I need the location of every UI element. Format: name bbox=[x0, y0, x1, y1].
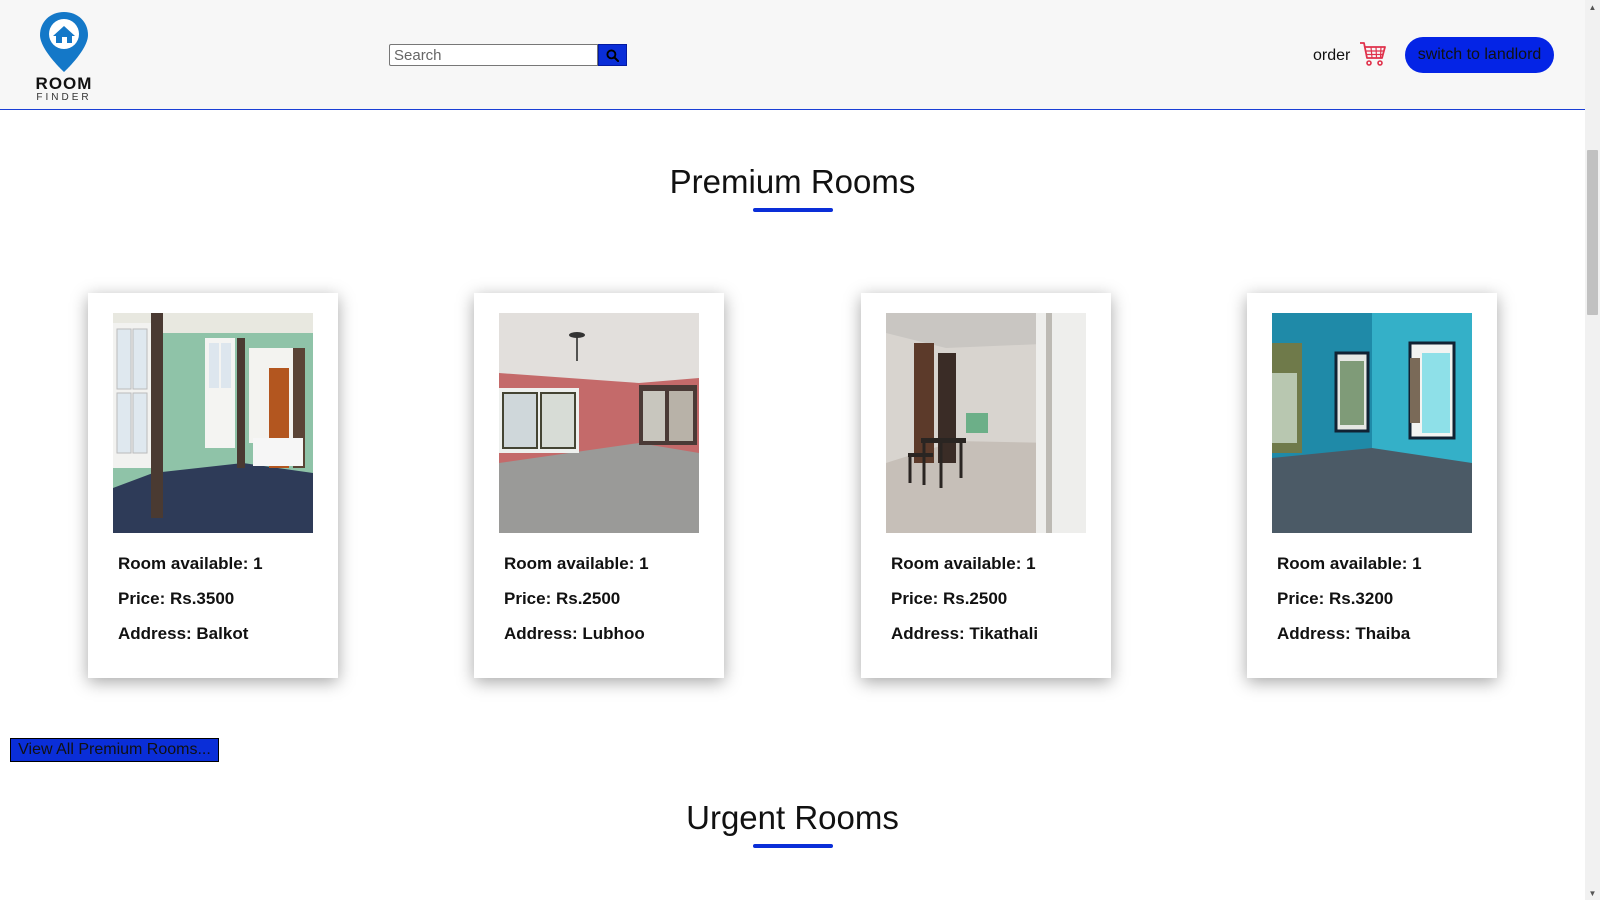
logo-word-room: ROOM bbox=[35, 74, 93, 93]
room-finder-logo[interactable]: ROOM FINDER bbox=[28, 8, 100, 103]
room-card[interactable]: Room available: 1 Price: Rs.2500 Address… bbox=[861, 293, 1111, 678]
page-viewport: ROOM FINDER order switch to landlord bbox=[0, 0, 1585, 900]
room-photo bbox=[499, 313, 699, 533]
vertical-scrollbar[interactable]: ▲ ▼ bbox=[1585, 0, 1600, 900]
room-price: Price: Rs.2500 bbox=[504, 589, 621, 608]
navbar: ROOM FINDER order switch to landlord bbox=[0, 0, 1585, 110]
premium-rooms-title: Premium Rooms bbox=[669, 163, 916, 200]
room-available: Room available: 1 bbox=[1277, 554, 1422, 573]
scroll-down-arrow-icon[interactable]: ▼ bbox=[1585, 886, 1600, 900]
room-card[interactable]: Room available: 1 Price: Rs.3500 Address… bbox=[88, 293, 338, 678]
room-price: Price: Rs.3200 bbox=[1277, 589, 1394, 608]
location-pin-icon bbox=[40, 12, 88, 72]
room-photo bbox=[886, 313, 1086, 533]
room-card[interactable]: Room available: 1 Price: Rs.2500 Address… bbox=[474, 293, 724, 678]
room-address: Address: Thaiba bbox=[1277, 624, 1411, 643]
room-available: Room available: 1 bbox=[504, 554, 649, 573]
premium-title-underline bbox=[753, 208, 833, 212]
room-photo bbox=[1272, 313, 1472, 533]
room-available: Room available: 1 bbox=[891, 554, 1036, 573]
search-icon bbox=[606, 48, 619, 62]
urgent-title-underline bbox=[753, 844, 833, 848]
room-price: Price: Rs.3500 bbox=[118, 589, 235, 608]
switch-to-landlord-button[interactable]: switch to landlord bbox=[1405, 37, 1554, 73]
room-photo bbox=[113, 313, 313, 533]
view-all-premium-rooms-button[interactable]: View All Premium Rooms... bbox=[10, 738, 219, 762]
search-input[interactable] bbox=[389, 44, 598, 66]
order-label[interactable]: order bbox=[1313, 47, 1350, 65]
room-available: Room available: 1 bbox=[118, 554, 263, 573]
room-card[interactable]: Room available: 1 Price: Rs.3200 Address… bbox=[1247, 293, 1497, 678]
urgent-rooms-title: Urgent Rooms bbox=[686, 799, 899, 836]
search-button[interactable] bbox=[598, 44, 627, 66]
room-address: Address: Tikathali bbox=[891, 624, 1039, 643]
logo-word-finder: FINDER bbox=[36, 92, 92, 103]
scroll-up-arrow-icon[interactable]: ▲ bbox=[1585, 0, 1600, 14]
cart-icon[interactable] bbox=[1359, 40, 1387, 68]
room-address: Address: Lubhoo bbox=[504, 624, 645, 643]
scrollbar-thumb[interactable] bbox=[1587, 150, 1598, 315]
room-price: Price: Rs.2500 bbox=[891, 589, 1008, 608]
search-bar bbox=[389, 44, 627, 66]
room-address: Address: Balkot bbox=[118, 624, 249, 643]
